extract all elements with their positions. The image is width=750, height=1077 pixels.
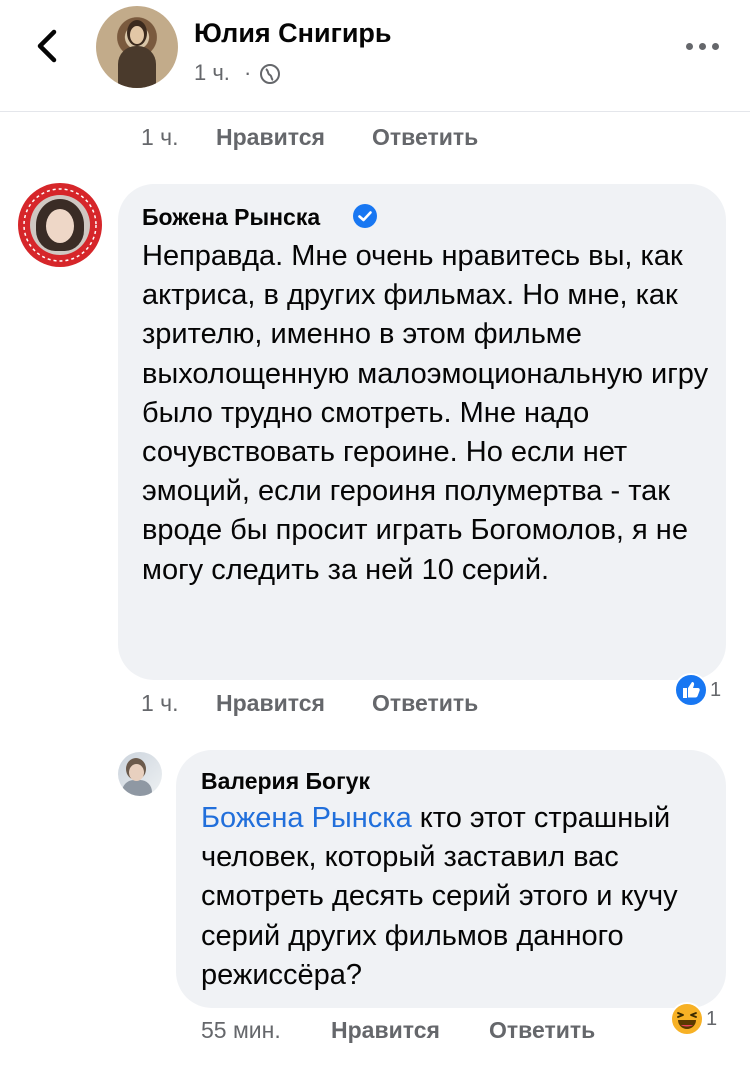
comment-time[interactable]: 1 ч. — [141, 690, 179, 717]
separator-dot: · — [244, 60, 252, 85]
post-time[interactable]: 1 ч. — [194, 60, 230, 86]
reply-bubble: Валерия Богук Божена Рынска кто этот стр… — [176, 750, 726, 1008]
reaction-count: 1 — [706, 1007, 718, 1030]
reaction-summary[interactable]: 1 — [670, 1002, 717, 1036]
comment-bubble: Божена Рынска Неправда. Мне очень нравит… — [118, 184, 726, 680]
verified-badge-icon — [353, 204, 377, 228]
reply-button[interactable]: Ответить — [372, 124, 478, 151]
post-author-name[interactable]: Юлия Снигирь — [194, 18, 392, 49]
comment-text: Божена Рынска кто этот страшный человек,… — [201, 799, 713, 995]
comment-time[interactable]: 1 ч. — [141, 124, 179, 151]
globe-icon — [260, 64, 280, 84]
comment-actions: 1 ч. Нравится Ответить — [141, 690, 541, 720]
commenter-avatar[interactable] — [18, 183, 102, 267]
comment-author[interactable]: Валерия Богук — [201, 768, 370, 795]
comment-actions: 1 ч. Нравится Ответить — [141, 124, 541, 154]
reply-button[interactable]: Ответить — [489, 1017, 595, 1044]
like-reaction-icon — [674, 673, 708, 707]
badge-ring-icon — [23, 188, 97, 262]
haha-reaction-icon — [670, 1002, 704, 1036]
like-button[interactable]: Нравится — [216, 124, 325, 151]
like-button[interactable]: Нравится — [331, 1017, 440, 1044]
commenter-avatar[interactable] — [118, 752, 162, 796]
mention-link[interactable]: Божена Рынска — [201, 802, 412, 834]
reply-button[interactable]: Ответить — [372, 690, 478, 717]
back-arrow-icon[interactable] — [28, 26, 68, 66]
more-options-icon[interactable] — [686, 38, 720, 54]
author-avatar[interactable] — [96, 6, 178, 88]
comment-author[interactable]: Божена Рынска — [142, 204, 320, 231]
comment-text: Неправда. Мне очень нравитесь вы, как ак… — [142, 240, 709, 586]
reaction-count: 1 — [710, 678, 722, 701]
post-header: Юлия Снигирь 1 ч. · — [0, 0, 750, 112]
like-button[interactable]: Нравится — [216, 690, 325, 717]
comment-time[interactable]: 55 мин. — [201, 1017, 281, 1044]
reaction-summary[interactable]: 1 — [674, 673, 721, 707]
comment-actions: 55 мин. Нравится Ответить — [201, 1017, 621, 1047]
